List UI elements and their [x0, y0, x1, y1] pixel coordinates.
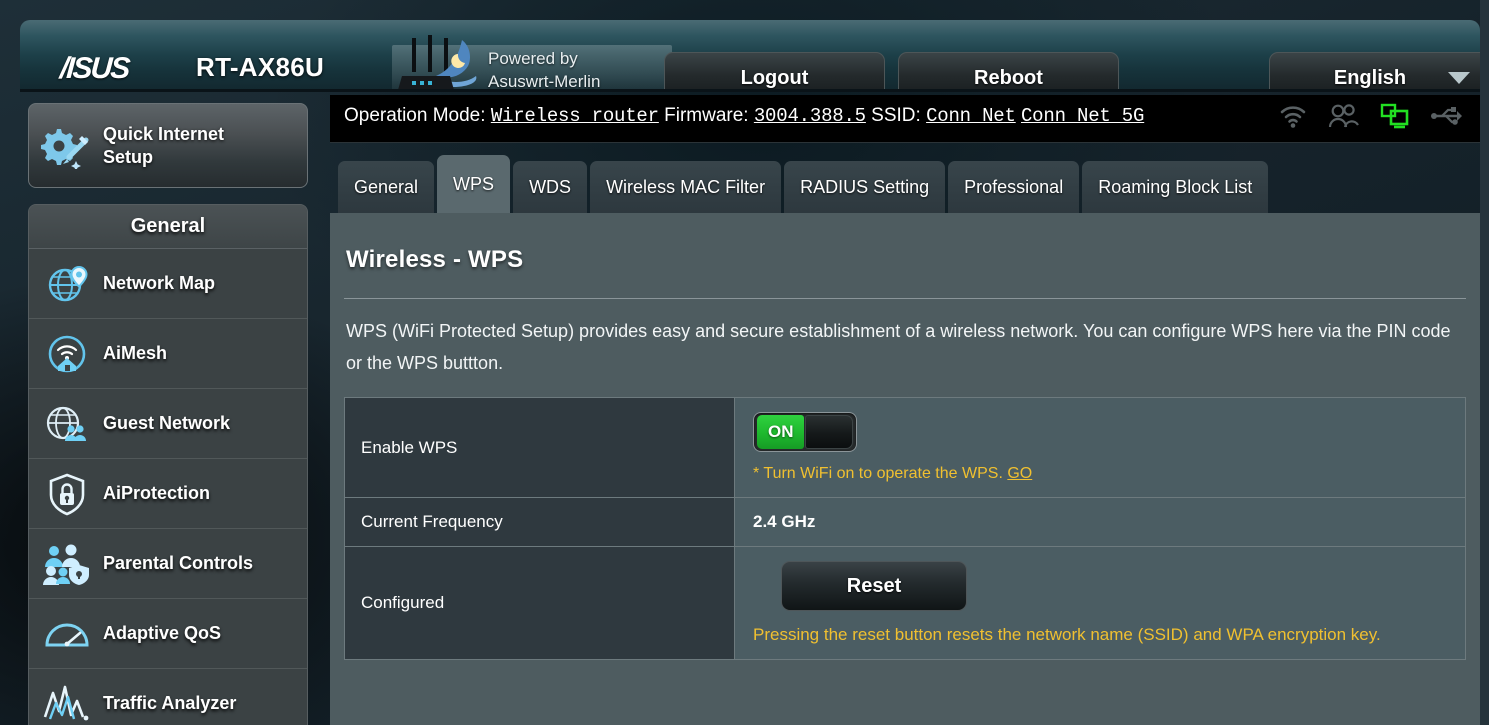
ssid-value-5ghz[interactable]: Conn Net 5G [1021, 105, 1144, 127]
main-panel: General WPS WDS Wireless MAC Filter RADI… [330, 155, 1480, 725]
tab-wireless-mac-filter[interactable]: Wireless MAC Filter [590, 161, 782, 213]
reboot-button[interactable]: Reboot [898, 52, 1119, 92]
enable-wps-go-link[interactable]: GO [1007, 465, 1032, 482]
current-frequency-value-cell: 2.4 GHz [734, 497, 1466, 547]
status-bar: Operation Mode: Wireless router Firmware… [330, 95, 1480, 143]
sidebar-item-label: Guest Network [103, 413, 231, 433]
asus-logo: /ISUS [58, 52, 130, 85]
logout-button[interactable]: Logout [664, 52, 885, 92]
ssid-label: SSID: [871, 105, 921, 126]
reset-button[interactable]: Reset [781, 561, 967, 611]
page-header: /ISUS RT-AX86U Powered by Asuswrt-Merlin… [20, 20, 1480, 92]
enable-wps-toggle[interactable]: ON [753, 412, 857, 452]
language-selector[interactable]: English [1269, 52, 1480, 92]
enable-wps-value-cell: ON * Turn WiFi on to operate the WPS. GO [734, 397, 1466, 498]
quick-internet-setup-label: Quick Internet Setup [103, 123, 225, 167]
enable-wps-note: * Turn WiFi on to operate the WPS. GO [753, 465, 1465, 483]
tab-general[interactable]: General [338, 161, 435, 213]
operation-mode-value[interactable]: Wireless router [491, 105, 659, 127]
sidebar-item-aiprotection[interactable]: AiProtection [29, 459, 307, 529]
tab-radius-setting[interactable]: RADIUS Setting [784, 161, 946, 213]
sidebar-item-label: Network Map [103, 273, 216, 293]
tab-roaming-block-list[interactable]: Roaming Block List [1082, 161, 1269, 213]
sidebar-item-adaptive-qos[interactable]: Adaptive QoS [29, 599, 307, 669]
network-map-icon [48, 265, 88, 301]
tab-wds[interactable]: WDS [513, 161, 588, 213]
wifi-icon[interactable] [1278, 103, 1308, 129]
language-selector-label: English [1333, 66, 1407, 89]
chevron-down-icon [1448, 72, 1470, 84]
adaptive-qos-gauge-icon [45, 623, 89, 646]
content-panel: Wireless - WPS WPS (WiFi Protected Setup… [330, 213, 1480, 725]
status-summary: Operation Mode: Wireless router Firmware… [344, 105, 1144, 127]
sidebar-item-guest-network[interactable]: Guest Network [29, 389, 307, 459]
sidebar-item-traffic-analyzer[interactable]: Traffic Analyzer [29, 669, 307, 725]
page-description: WPS (WiFi Protected Setup) provides easy… [346, 321, 1451, 373]
sidebar-item-aimesh[interactable]: AiMesh [29, 319, 307, 389]
aimesh-icon [48, 335, 86, 372]
page-title: Wireless - WPS [346, 246, 524, 273]
current-frequency-label: Current Frequency [344, 497, 735, 547]
clients-icon[interactable] [1328, 103, 1360, 129]
sidebar-item-quick-internet-setup[interactable]: Quick Internet Setup [28, 103, 308, 188]
powered-by-line-2: Asuswrt-Merlin [488, 72, 601, 91]
traffic-analyzer-icon [43, 685, 89, 720]
toggle-knob [805, 415, 853, 449]
page-scrollbar[interactable] [1480, 0, 1489, 725]
router-model-name: RT-AX86U [196, 52, 325, 82]
quick-internet-setup-icon [41, 128, 89, 169]
configured-label: Configured [344, 546, 735, 660]
enable-wps-label: Enable WPS [344, 397, 735, 498]
ssid-value-24ghz[interactable]: Conn Net [926, 105, 1016, 127]
firmware-label: Firmware: [664, 105, 749, 126]
powered-by-text: Powered by Asuswrt-Merlin [488, 47, 600, 92]
aiprotection-shield-icon [49, 473, 85, 515]
current-frequency-value: 2.4 GHz [753, 512, 816, 531]
guest-network-icon [46, 406, 86, 441]
sidebar: Quick Internet Setup General Network Map [28, 103, 308, 725]
asuswrt-merlin-logo-icon [398, 35, 477, 90]
status-icon-group [1278, 103, 1462, 129]
tab-bar: General WPS WDS Wireless MAC Filter RADI… [330, 155, 1480, 213]
firmware-version-value[interactable]: 3004.388.5 [754, 105, 866, 127]
table-row-current-frequency: Current Frequency 2.4 GHz [344, 497, 1466, 547]
reset-warning-text: Pressing the reset button resets the net… [753, 625, 1381, 644]
sidebar-group-title: General [29, 205, 307, 249]
router-admin-page: /ISUS RT-AX86U Powered by Asuswrt-Merlin… [0, 0, 1489, 725]
sidebar-menu-general: General Network Map AiMesh Guest Network… [28, 204, 308, 725]
sidebar-item-label: Adaptive QoS [103, 623, 222, 643]
sidebar-item-label: Parental Controls [103, 553, 254, 573]
configured-value-cell: Reset Pressing the reset button resets t… [734, 546, 1466, 660]
sidebar-item-label: Traffic Analyzer [103, 693, 237, 713]
table-row-configured: Configured Reset Pressing the reset butt… [344, 546, 1466, 660]
usb-icon[interactable] [1430, 105, 1462, 127]
sidebar-item-network-map[interactable]: Network Map [29, 249, 307, 319]
sidebar-item-label: AiMesh [103, 343, 168, 363]
operation-mode-label: Operation Mode: [344, 105, 486, 126]
table-row-enable-wps: Enable WPS ON * Turn WiFi on to operate … [344, 397, 1466, 498]
wps-settings-table: Enable WPS ON * Turn WiFi on to operate … [344, 397, 1466, 660]
powered-by-line-1: Powered by [488, 49, 578, 68]
parental-controls-icon [43, 544, 89, 585]
sidebar-item-parental-controls[interactable]: Parental Controls [29, 529, 307, 599]
tab-professional[interactable]: Professional [948, 161, 1080, 213]
sidebar-item-label: AiProtection [103, 483, 211, 503]
wired-client-icon[interactable] [1380, 103, 1410, 129]
tab-wps[interactable]: WPS [437, 155, 511, 213]
toggle-on-label: ON [757, 415, 805, 449]
enable-wps-note-text: * Turn WiFi on to operate the WPS. [753, 465, 1003, 482]
